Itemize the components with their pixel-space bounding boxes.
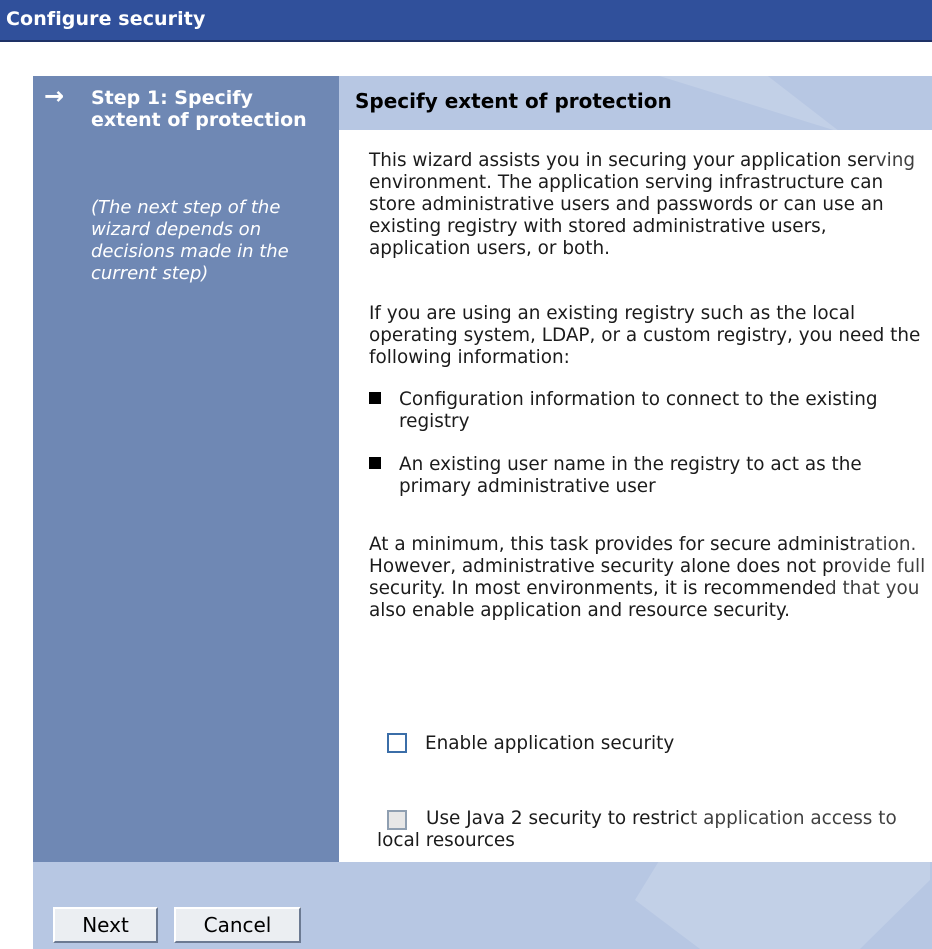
registry-intro-paragraph: If you are using an existing registry su…	[369, 303, 921, 368]
enable-app-security-checkbox[interactable]	[387, 733, 407, 753]
step-note: (The next step of the wizard depends on …	[91, 197, 289, 284]
next-button[interactable]: Next	[53, 907, 158, 943]
current-step-title: Step 1: Specify extent of protection	[91, 87, 307, 131]
summary-paragraph: At a minimum, this task provides for sec…	[369, 534, 926, 621]
bullet-icon	[369, 392, 381, 404]
title-bar: Configure security	[0, 0, 932, 42]
window-title: Configure security	[6, 8, 206, 30]
java2-security-label: Use Java 2 security to restrict applicat…	[377, 808, 897, 851]
list-item-text: Configuration information to connect to …	[399, 389, 878, 432]
section-header: Specify extent of protection	[339, 76, 932, 130]
enable-app-security-label: Enable application security	[425, 733, 675, 754]
list-item-text: An existing user name in the registry to…	[399, 454, 862, 497]
button-bar	[33, 862, 932, 949]
section-title: Specify extent of protection	[355, 89, 672, 113]
cancel-button[interactable]: Cancel	[174, 907, 301, 943]
intro-paragraph: This wizard assists you in securing your…	[369, 150, 916, 259]
current-step-arrow-icon: →	[44, 82, 65, 110]
bullet-icon	[369, 457, 381, 469]
wizard-steps-panel	[33, 76, 339, 862]
